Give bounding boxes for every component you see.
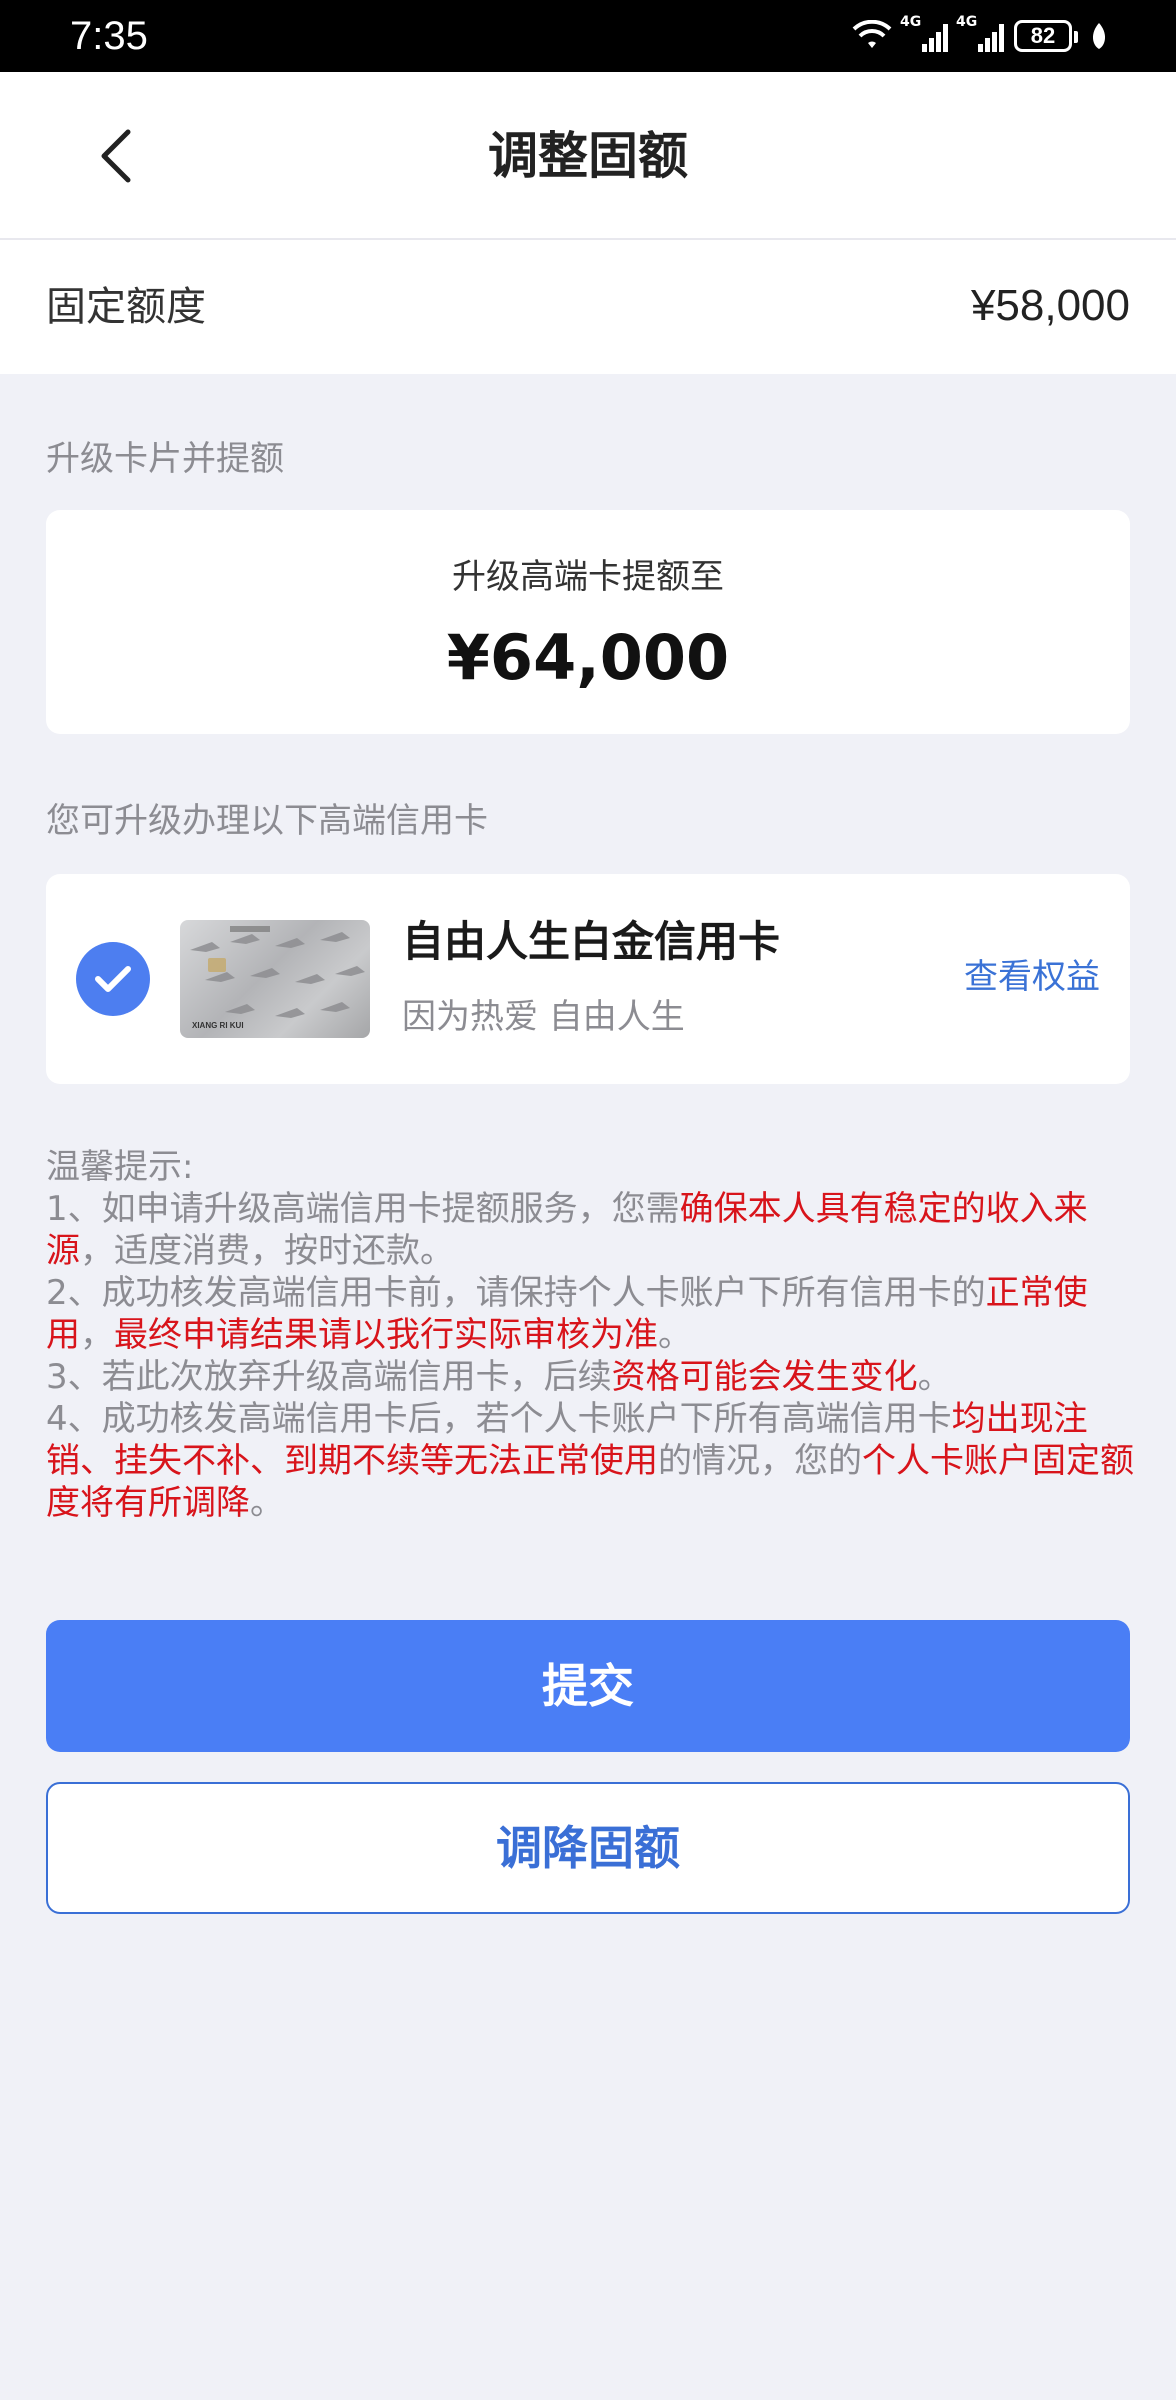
credit-card-option[interactable]: XIANG RI KUI 自由人生白金信用卡 因为热爱 自由人生 查看权益 bbox=[46, 874, 1130, 1084]
upgrade-section-title: 升级卡片并提额 bbox=[46, 439, 284, 479]
fixed-quota-value: ¥58,000 bbox=[970, 281, 1130, 330]
view-benefits-link[interactable]: 查看权益 bbox=[964, 954, 1100, 1000]
tips-heading: 温馨提示: bbox=[46, 1147, 194, 1187]
fixed-quota-row: 固定额度 ¥58,000 bbox=[0, 240, 1176, 374]
credit-card-image: XIANG RI KUI bbox=[180, 920, 370, 1038]
upgrade-amount: ¥64,000 bbox=[446, 621, 730, 694]
checkmark-icon bbox=[95, 966, 131, 992]
upgrade-quota-card: 升级高端卡提额至 ¥64,000 bbox=[46, 510, 1130, 734]
leaf-icon bbox=[1092, 23, 1106, 49]
signal-icon: 4G bbox=[900, 14, 948, 52]
upgrade-subtitle: 升级高端卡提额至 bbox=[452, 557, 724, 597]
signal-icon: 4G bbox=[956, 14, 1004, 52]
page-title: 调整固额 bbox=[488, 127, 688, 185]
battery-icon: 82 bbox=[1014, 20, 1078, 52]
status-time: 7:35 bbox=[70, 14, 148, 58]
tip-item-3: 3、若此次放弃升级高端信用卡，后续资格可能会发生变化。 bbox=[46, 1357, 952, 1397]
status-bar: 7:35 4G 4G 82 bbox=[0, 0, 1176, 72]
fixed-quota-label: 固定额度 bbox=[46, 284, 206, 330]
wifi-icon bbox=[852, 20, 892, 48]
card-section-title: 您可升级办理以下高端信用卡 bbox=[46, 801, 488, 841]
signal-label: 4G bbox=[956, 14, 978, 30]
lower-quota-button[interactable]: 调降固额 bbox=[46, 1782, 1130, 1914]
tip-item-2: 2、成功核发高端信用卡前，请保持个人卡账户下所有信用卡的正常使用，最终申请结果请… bbox=[46, 1273, 1088, 1355]
card-select-checkbox[interactable] bbox=[76, 942, 150, 1016]
card-name: 自由人生白金信用卡 bbox=[402, 917, 781, 966]
tip-item-4: 4、成功核发高端信用卡后，若个人卡账户下所有高端信用卡均出现注销、挂失不补、到期… bbox=[46, 1399, 1134, 1523]
card-slogan: 因为热爱 自由人生 bbox=[402, 997, 685, 1037]
nav-bar: 调整固额 bbox=[0, 72, 1176, 240]
tip-item-1: 1、如申请升级高端信用卡提额服务，您需确保本人具有稳定的收入来源，适度消费，按时… bbox=[46, 1189, 1088, 1271]
tip-highlight: 资格可能会发生变化 bbox=[611, 1357, 918, 1397]
status-icons: 4G 4G 82 bbox=[852, 14, 1110, 56]
card-image-text: XIANG RI KUI bbox=[192, 1021, 244, 1030]
signal-label: 4G bbox=[900, 14, 922, 30]
tip-highlight: 最终申请结果请以我行实际审核为准 bbox=[114, 1315, 658, 1355]
submit-button[interactable]: 提交 bbox=[46, 1620, 1130, 1752]
tips-block: 温馨提示: 1、如申请升级高端信用卡提额服务，您需确保本人具有稳定的收入来源，适… bbox=[46, 1146, 1136, 1524]
